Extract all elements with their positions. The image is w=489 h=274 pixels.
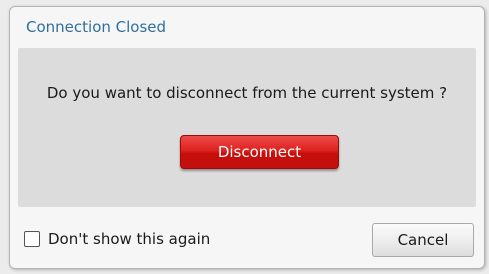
dont-show-again-checkbox[interactable] <box>24 231 40 247</box>
connection-closed-dialog: Connection Closed Do you want to disconn… <box>9 6 485 269</box>
disconnect-button[interactable]: Disconnect <box>180 135 339 169</box>
cancel-button[interactable]: Cancel <box>372 223 474 257</box>
dialog-content-panel: Do you want to disconnect from the curre… <box>18 48 476 207</box>
dialog-title: Connection Closed <box>26 18 167 36</box>
dont-show-again-label[interactable]: Don't show this again <box>48 230 210 248</box>
screen: Connection Closed Do you want to disconn… <box>0 0 489 274</box>
dialog-message: Do you want to disconnect from the curre… <box>46 84 448 102</box>
dont-show-again-row[interactable]: Don't show this again <box>24 229 210 249</box>
dialog-title-bar: Connection Closed <box>10 7 484 47</box>
